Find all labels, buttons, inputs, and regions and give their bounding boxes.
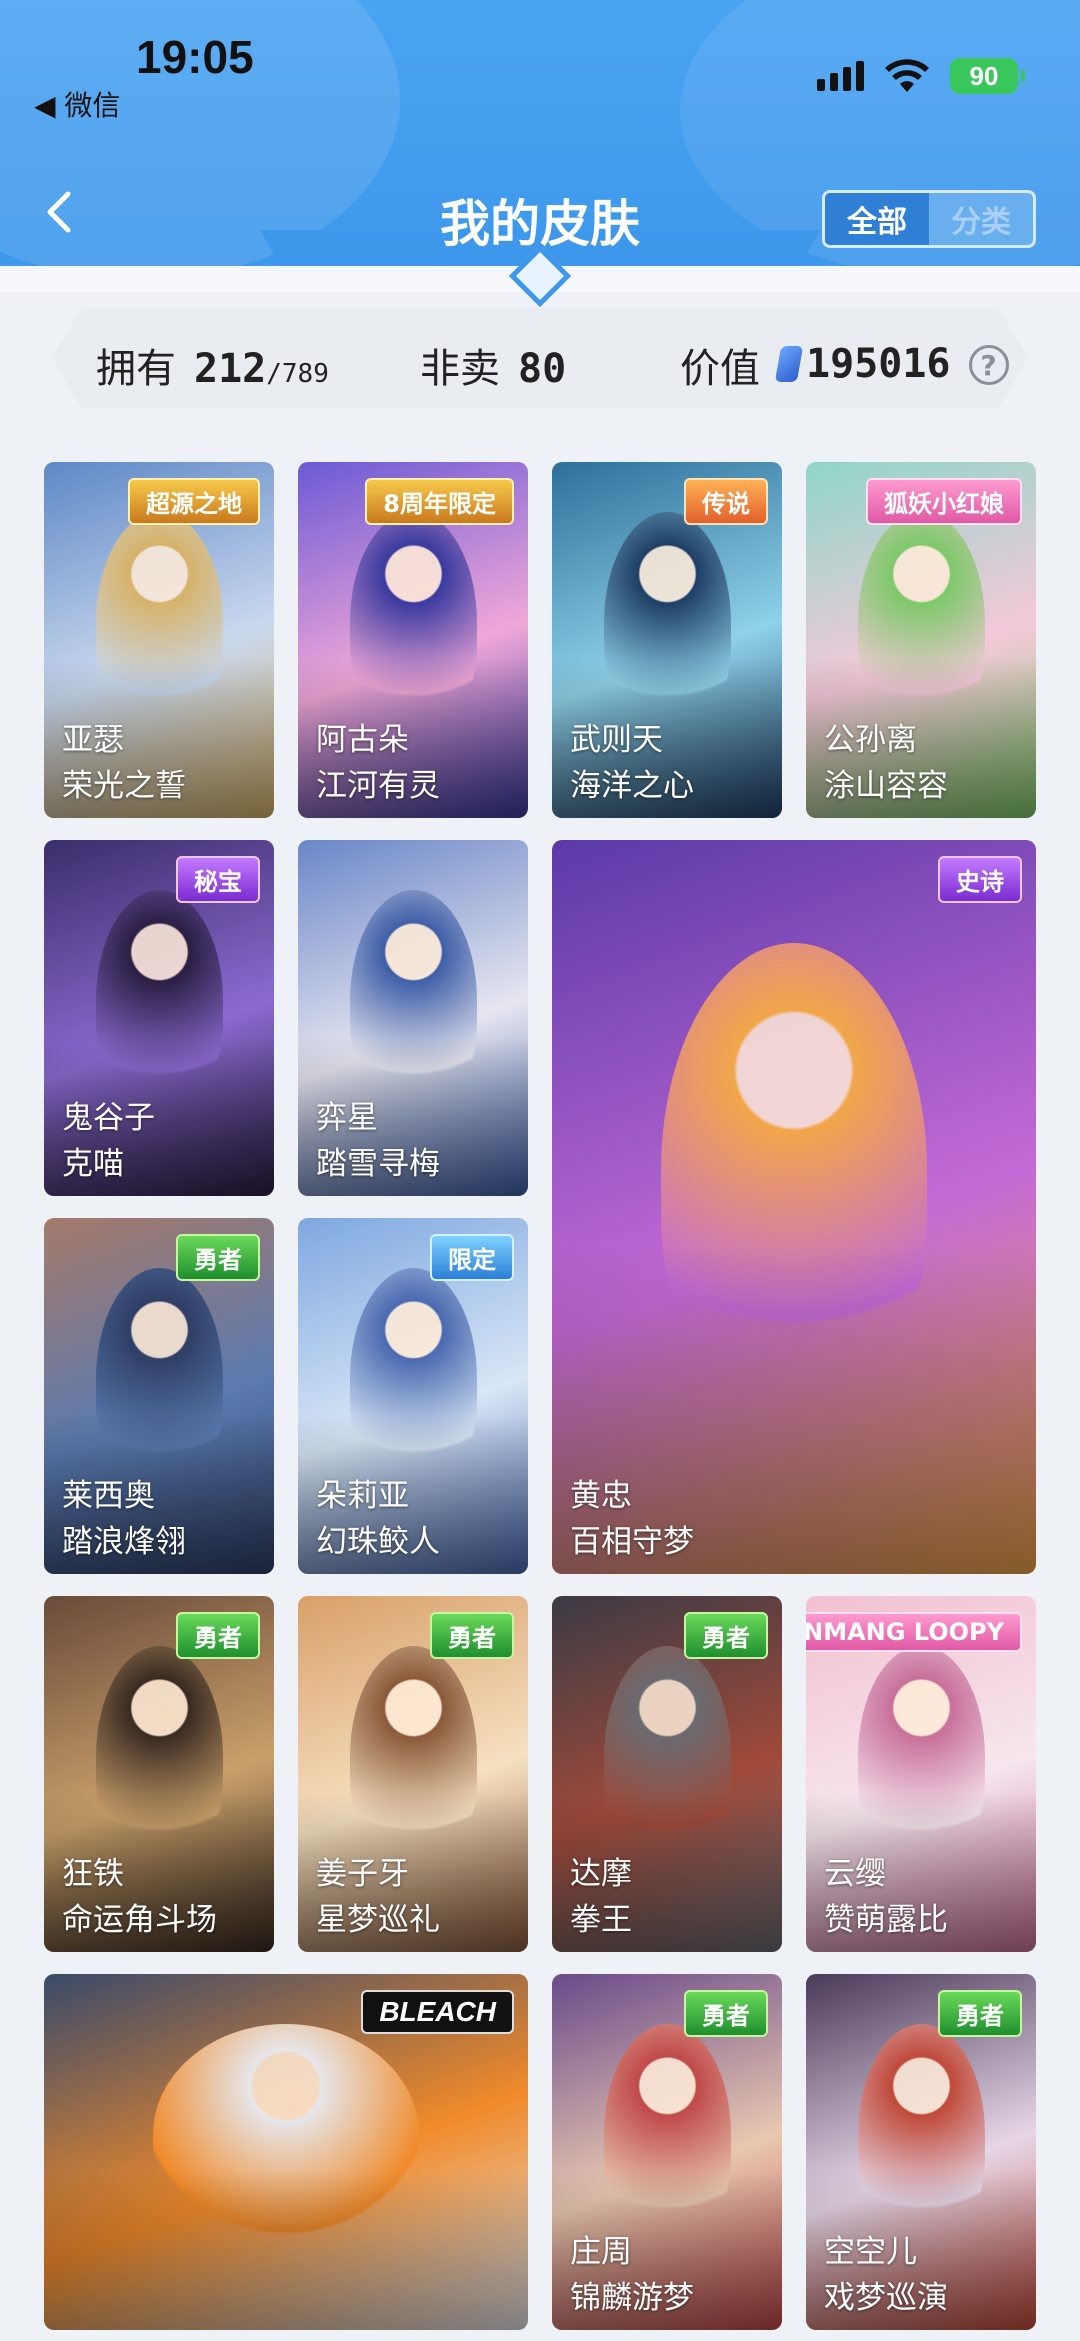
hero-name: 弈星 <box>316 1100 378 1136</box>
skin-card[interactable]: 8周年限定阿古朵江河有灵 <box>298 462 528 818</box>
skin-name: 涂山容容 <box>824 768 948 804</box>
owned-total: /789 <box>266 359 329 389</box>
owned-stat: 拥有 212/789 <box>96 336 329 394</box>
skin-card[interactable]: BLEACH <box>44 1974 528 2330</box>
status-time: 19:05 <box>136 31 254 83</box>
value-label: 价值 <box>680 346 760 392</box>
hero-name: 狂铁 <box>62 1856 124 1892</box>
skin-name: 戏梦巡演 <box>824 2280 948 2316</box>
tab-category[interactable]: 分类 <box>929 193 1033 245</box>
skin-name: 江河有灵 <box>316 768 440 804</box>
owned-label: 拥有 <box>96 346 176 392</box>
skin-name: 星梦巡礼 <box>316 1902 440 1938</box>
skin-name: 拳王 <box>570 1902 632 1938</box>
skin-name: 赞萌露比 <box>824 1902 948 1938</box>
skin-card[interactable]: 传说武则天海洋之心 <box>552 462 782 818</box>
hero-name: 武则天 <box>570 722 663 758</box>
card-shade <box>44 2169 528 2330</box>
skin-name: 克喵 <box>62 1146 124 1182</box>
skin-card[interactable]: 勇者空空儿戏梦巡演 <box>806 1974 1036 2330</box>
nonsale-stat: 非卖 80 <box>420 336 566 394</box>
signal-icon <box>817 61 864 91</box>
skin-badge: ZANMANG LOOPY <box>806 1612 1022 1652</box>
skin-badge: BLEACH <box>361 1990 514 2034</box>
skin-card[interactable]: 史诗黄忠百相守梦 <box>552 840 1036 1574</box>
hero-name: 莱西奥 <box>62 1478 155 1514</box>
skin-name: 锦麟游梦 <box>570 2280 694 2316</box>
skin-card[interactable]: 超源之地亚瑟荣光之誓 <box>44 462 274 818</box>
skin-name: 踏浪烽翎 <box>62 1524 186 1560</box>
back-to-app-link[interactable]: ◀ 微信 <box>34 84 120 124</box>
owned-count: 212 <box>194 346 267 392</box>
skin-badge: 勇者 <box>176 1612 260 1659</box>
skin-badge: 限定 <box>430 1234 514 1281</box>
battery-icon: 90 <box>950 58 1025 94</box>
skin-card[interactable]: 秘宝鬼谷子克喵 <box>44 840 274 1196</box>
skin-card[interactable]: 勇者姜子牙星梦巡礼 <box>298 1596 528 1952</box>
skin-badge: 狐妖小红娘 <box>866 478 1022 525</box>
skin-badge: 8周年限定 <box>365 478 514 525</box>
battery-level: 90 <box>969 60 999 91</box>
skin-card[interactable]: 弈星 踏雪寻梅 <box>298 840 528 1196</box>
skin-badge: 秘宝 <box>176 856 260 903</box>
skin-name: 踏雪寻梅 <box>316 1146 440 1182</box>
value-amount: 195016 <box>806 341 951 387</box>
hero-name: 亚瑟 <box>62 722 124 758</box>
skin-badge: 勇者 <box>176 1234 260 1281</box>
hero-name: 空空儿 <box>824 2234 917 2270</box>
hero-name: 朵莉亚 <box>316 1478 409 1514</box>
skin-card[interactable]: 狐妖小红娘公孙离涂山容容 <box>806 462 1036 818</box>
hero-name: 鬼谷子 <box>62 1100 155 1136</box>
skin-badge: 史诗 <box>938 856 1022 903</box>
hero-name: 达摩 <box>570 1856 632 1892</box>
tab-all[interactable]: 全部 <box>825 193 929 245</box>
nonsale-label: 非卖 <box>420 346 500 392</box>
skin-card[interactable]: ZANMANG LOOPY 云缨赞萌露比 <box>806 1596 1036 1952</box>
help-icon[interactable]: ? <box>968 345 1009 385</box>
status-icons: 90 <box>817 58 1025 94</box>
wifi-icon <box>885 59 929 92</box>
skin-card[interactable]: 勇者达摩拳王 <box>552 1596 782 1952</box>
hero-name: 庄周 <box>570 2234 632 2270</box>
skin-card[interactable]: 限定朵莉亚幻珠鲛人 <box>298 1218 528 1574</box>
hero-name: 云缨 <box>824 1856 886 1892</box>
skin-badge: 勇者 <box>684 1990 768 2037</box>
nonsale-count: 80 <box>518 346 567 392</box>
skin-badge: 勇者 <box>938 1990 1022 2037</box>
hero-name: 黄忠 <box>570 1478 632 1514</box>
value-stat: 价值 195016 ? <box>680 336 1009 394</box>
skin-name: 幻珠鲛人 <box>316 1524 440 1560</box>
skin-name: 命运角斗场 <box>62 1902 217 1938</box>
skin-card[interactable]: 勇者庄周锦麟游梦 <box>552 1974 782 2330</box>
hero-name: 公孙离 <box>824 722 917 758</box>
skin-badge: 超源之地 <box>128 478 260 525</box>
skin-card[interactable]: 勇者莱西奥踏浪烽翎 <box>44 1218 274 1574</box>
skin-name: 百相守梦 <box>570 1524 694 1560</box>
skin-badge: 勇者 <box>684 1612 768 1659</box>
skin-badge: 传说 <box>684 478 768 525</box>
skin-card[interactable]: 勇者狂铁命运角斗场 <box>44 1596 274 1952</box>
skin-name: 荣光之誓 <box>62 768 186 804</box>
hero-name: 姜子牙 <box>316 1856 409 1892</box>
view-toggle: 全部 分类 <box>822 190 1036 248</box>
hero-name: 阿古朵 <box>316 722 409 758</box>
skin-name: 海洋之心 <box>570 768 694 804</box>
coupon-icon <box>774 346 804 382</box>
skin-badge: 勇者 <box>430 1612 514 1659</box>
